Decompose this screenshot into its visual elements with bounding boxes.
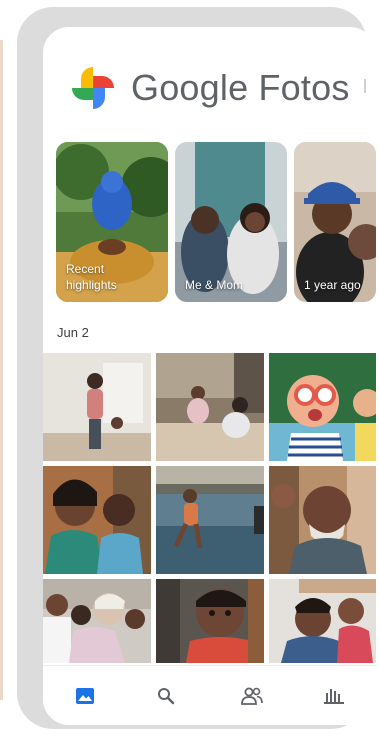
photo-thumbnail[interactable] (43, 353, 151, 461)
highlight-card-recent[interactable]: Recent highlights (56, 142, 168, 302)
photo-thumbnail[interactable] (269, 466, 376, 574)
highlight-label: Recent highlights (66, 262, 117, 292)
photo-thumbnail[interactable] (156, 579, 264, 663)
background-edge (0, 40, 3, 700)
photo-grid (43, 353, 376, 663)
sharing-tab[interactable] (232, 680, 272, 712)
highlight-label: Me & Mom (185, 278, 244, 292)
highlight-label: 1 year ago (304, 278, 361, 292)
header-divider (364, 79, 366, 93)
people-icon (241, 687, 263, 705)
app-header: Google Fotos (43, 27, 376, 137)
photo-thumbnail[interactable] (269, 353, 376, 461)
highlights-carousel[interactable]: Recent highlights Me & Mom 1 year ago (56, 142, 376, 302)
search-icon (158, 688, 175, 705)
photo-thumbnail[interactable] (156, 353, 264, 461)
app-screen: Google Fotos Recent highlights Me & Mom … (43, 27, 376, 725)
photo-thumbnail[interactable] (43, 466, 151, 574)
photo-thumbnail[interactable] (156, 466, 264, 574)
photo-thumbnail[interactable] (43, 579, 151, 663)
photo-icon (76, 688, 94, 704)
photos-tab[interactable] (65, 680, 105, 712)
library-icon (324, 689, 344, 704)
google-photos-pinwheel-icon (72, 67, 114, 109)
highlight-card-me-mom[interactable]: Me & Mom (175, 142, 287, 302)
section-date: Jun 2 (57, 325, 89, 340)
search-tab[interactable] (146, 680, 186, 712)
photo-thumbnail[interactable] (269, 579, 376, 663)
app-title: Google Fotos (131, 67, 350, 108)
bottom-navigation (43, 665, 376, 725)
phone-frame: Google Fotos Recent highlights Me & Mom … (17, 7, 376, 729)
library-tab[interactable] (314, 680, 354, 712)
highlight-card-year-ago[interactable]: 1 year ago (294, 142, 376, 302)
